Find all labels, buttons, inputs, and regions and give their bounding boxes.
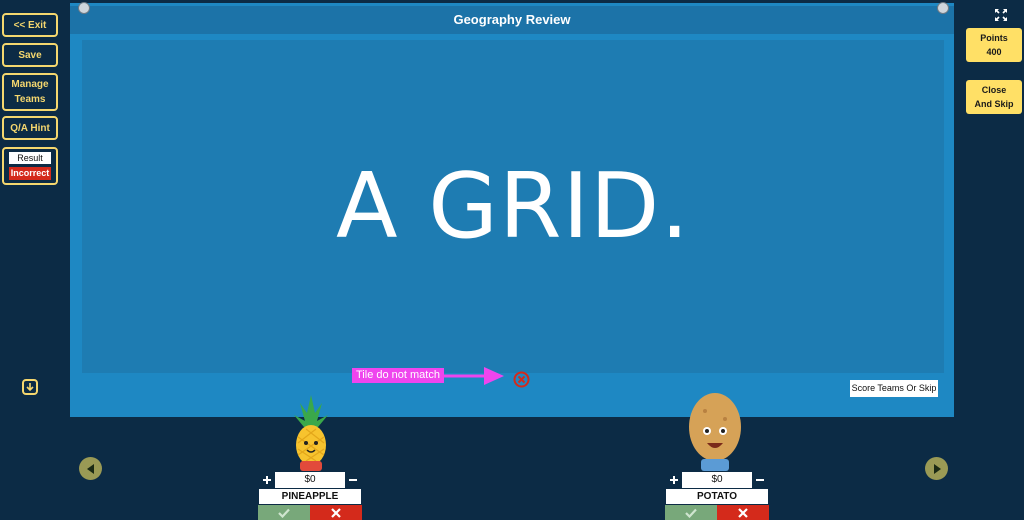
team-card-potato: $0 POTATO [665, 471, 769, 520]
next-button[interactable] [925, 457, 948, 480]
mark-correct-button[interactable] [258, 505, 310, 520]
close-and-skip-button[interactable]: Close And Skip [966, 80, 1022, 114]
decrease-score-button[interactable] [345, 472, 361, 488]
score-teams-button[interactable]: Score Teams Or Skip [850, 380, 938, 397]
result-label: Result [9, 152, 51, 164]
mismatch-icon [513, 371, 530, 388]
plus-icon [263, 476, 271, 484]
mark-incorrect-button[interactable] [717, 505, 769, 520]
close-icon [738, 507, 748, 518]
exit-button[interactable]: << Exit [2, 13, 58, 37]
points-button[interactable]: Points 400 [966, 28, 1022, 62]
potato-avatar [689, 393, 741, 471]
chevron-left-icon [86, 463, 94, 474]
manage-teams-button[interactable]: Manage Teams [2, 73, 58, 111]
pineapple-avatar [294, 395, 328, 471]
score-row: $0 [258, 471, 362, 489]
answer-text: A GRID. [336, 154, 690, 259]
chevron-right-icon [933, 463, 941, 474]
answer-panel: A GRID. [82, 40, 944, 373]
points-label: Points [980, 33, 1008, 43]
team-actions [258, 505, 362, 520]
minus-icon [756, 479, 764, 481]
score-row: $0 [665, 471, 769, 489]
annotation-arrow-icon [444, 367, 504, 385]
increase-score-button[interactable] [259, 472, 275, 488]
decrease-score-button[interactable] [752, 472, 768, 488]
arrow-down-icon [26, 383, 34, 392]
scroll-down-button[interactable] [22, 379, 38, 395]
increase-score-button[interactable] [666, 472, 682, 488]
points-value: 400 [986, 47, 1002, 57]
pin-icon [78, 2, 90, 14]
mark-correct-button[interactable] [665, 505, 717, 520]
team-score: $0 [304, 474, 316, 485]
previous-button[interactable] [79, 457, 102, 480]
team-actions [665, 505, 769, 520]
plus-icon [670, 476, 678, 484]
mark-incorrect-button[interactable] [310, 505, 362, 520]
team-name: POTATO [665, 489, 769, 505]
team-score: $0 [711, 474, 723, 485]
team-card-pineapple: $0 PINEAPPLE [258, 471, 362, 520]
annotation-label: Tile do not match [352, 368, 444, 383]
result-panel: Result Incorrect [2, 147, 58, 185]
checkmark-icon [685, 508, 697, 518]
fullscreen-icon[interactable] [994, 8, 1008, 22]
team-name: PINEAPPLE [258, 489, 362, 505]
qa-hint-button[interactable]: Q/A Hint [2, 116, 58, 140]
checkmark-icon [278, 508, 290, 518]
pin-icon [937, 2, 949, 14]
result-value: Incorrect [9, 167, 51, 180]
board-title: Geography Review [70, 6, 954, 34]
save-button[interactable]: Save [2, 43, 58, 67]
minus-icon [349, 479, 357, 481]
close-icon [331, 507, 341, 518]
